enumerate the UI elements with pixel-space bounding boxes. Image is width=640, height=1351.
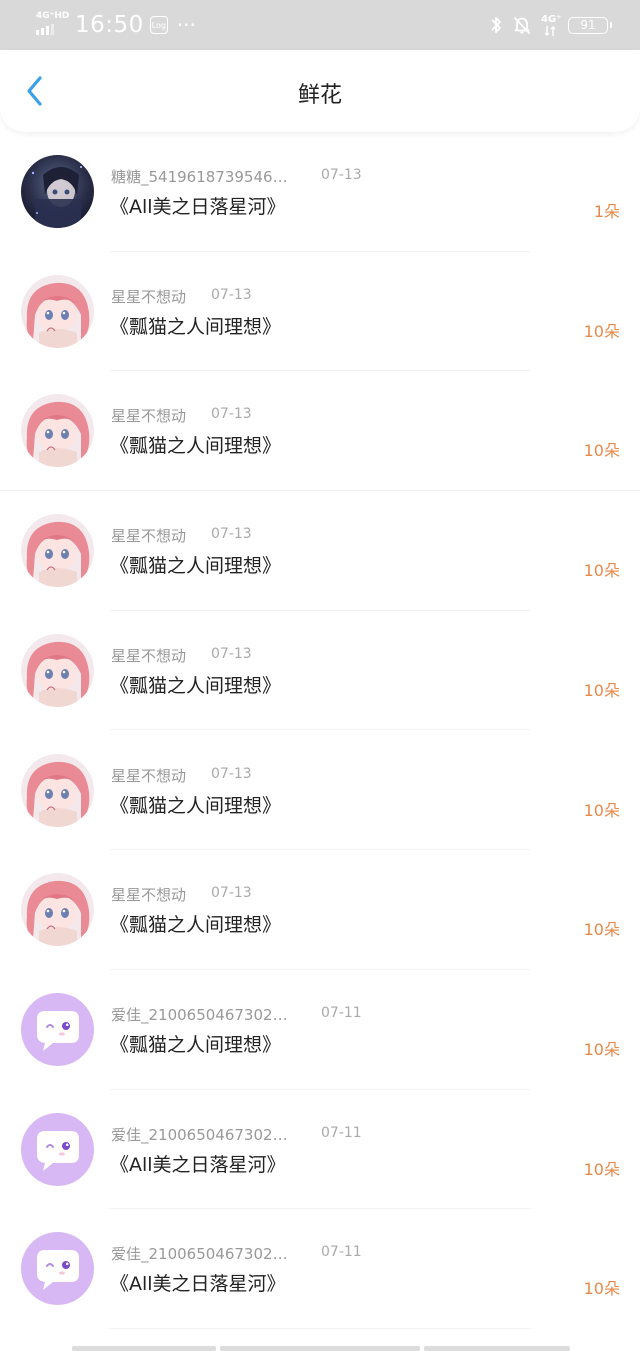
status-right: 4G⁺ 91 (489, 12, 612, 38)
avatar[interactable] (21, 753, 94, 827)
flower-count: 10朵 (583, 1279, 620, 1299)
gift-date: 07-11 (321, 1004, 362, 1021)
book-title[interactable]: 《瓢猫之人间理想》 (110, 551, 281, 578)
flower-count: 10朵 (583, 1039, 620, 1059)
book-title[interactable]: 《瓢猫之人间理想》 (110, 1030, 281, 1057)
book-title[interactable]: 《All美之日落星河》 (110, 1150, 286, 1177)
username: 星星不想动 (111, 886, 187, 905)
username: 爱佳_2100650467302… (111, 1245, 288, 1264)
network-type-right-label: 4G⁺ (541, 14, 562, 25)
username: 星星不想动 (111, 407, 187, 426)
more-notifications-icon: ··· (176, 13, 196, 37)
page-title: 鲜花 (297, 83, 342, 108)
gift-date: 07-11 (321, 1124, 362, 1141)
gift-date: 07-13 (321, 167, 362, 183)
battery-icon: 91 (568, 16, 612, 34)
avatar[interactable] (21, 155, 94, 228)
flower-count: 10朵 (583, 321, 620, 341)
gift-date: 07-13 (211, 765, 252, 782)
bluetooth-icon (491, 17, 501, 33)
avatar[interactable] (21, 394, 94, 468)
divider (110, 1327, 530, 1329)
gift-date: 07-13 (211, 885, 252, 902)
avatar[interactable] (21, 274, 94, 348)
book-title[interactable]: 《All美之日落星河》 (110, 1269, 286, 1296)
gift-date: 07-11 (321, 1244, 362, 1261)
network-type-label: 4G⁺HD (36, 11, 70, 21)
flower-count: 10朵 (583, 1159, 620, 1179)
gift-date: 07-13 (211, 286, 252, 303)
list-item[interactable]: 星星不想动 07-13 《瓢猫之人间理想》 10朵 (0, 731, 640, 851)
avatar[interactable] (21, 873, 94, 947)
list-item[interactable]: 星星不想动 07-13 《瓢猫之人间理想》 10朵 (0, 252, 640, 372)
mobile-data-icon: 4G⁺ (541, 14, 562, 36)
book-title[interactable]: 《All美之日落星河》 (110, 192, 286, 219)
next-item-peek (0, 1344, 640, 1351)
avatar[interactable] (21, 1232, 94, 1306)
status-left: 4G⁺HD 16:50 Log ··· (34, 10, 196, 40)
username: 星星不想动 (111, 766, 187, 785)
list-item[interactable]: 星星不想动 07-13 《瓢猫之人间理想》 10朵 (0, 611, 640, 731)
book-title[interactable]: 《瓢猫之人间理想》 (110, 312, 281, 339)
list-item[interactable]: 爱佳_2100650467302… 07-11 《瓢猫之人间理想》 10朵 (0, 970, 640, 1090)
username: 星星不想动 (111, 287, 187, 306)
flower-count: 1朵 (593, 202, 620, 221)
avatar[interactable] (21, 633, 94, 707)
flower-count: 10朵 (583, 441, 620, 461)
avatar[interactable] (21, 514, 94, 588)
book-title[interactable]: 《瓢猫之人间理想》 (110, 671, 281, 698)
battery-level: 91 (580, 18, 596, 32)
clock: 16:50 (75, 12, 144, 38)
status-bar: 4G⁺HD 16:50 Log ··· 4G⁺ 91 (0, 0, 640, 50)
flower-count: 10朵 (583, 800, 620, 820)
avatar[interactable] (21, 1112, 94, 1186)
username: 星星不想动 (111, 646, 187, 665)
list-item[interactable]: 爱佳_2100650467302… 07-11 《All美之日落星河》 10朵 (0, 1209, 640, 1329)
list-item[interactable]: 爱佳_2100650467302… 07-11 《All美之日落星河》 10朵 (0, 1090, 640, 1210)
flower-count: 10朵 (583, 561, 620, 581)
list-item[interactable]: 星星不想动 07-13 《瓢猫之人间理想》 10朵 (0, 850, 640, 970)
list-item[interactable]: 星星不想动 07-13 《瓢猫之人间理想》 10朵 (0, 491, 640, 611)
gift-date: 07-13 (211, 406, 252, 423)
username: 星星不想动 (111, 527, 187, 546)
gift-date: 07-13 (211, 645, 252, 662)
cellular-signal-icon: 4G⁺HD (34, 10, 70, 40)
book-title[interactable]: 《瓢猫之人间理想》 (110, 791, 281, 818)
bell-muted-icon (513, 16, 531, 35)
avatar[interactable] (21, 992, 94, 1066)
username: 爱佳_2100650467302… (111, 1005, 288, 1024)
book-title[interactable]: 《瓢猫之人间理想》 (110, 431, 281, 458)
list-item[interactable]: 糖糖_5419618739546… 07-13 《All美之日落星河》 1朵 (0, 132, 640, 252)
username: 爱佳_2100650467302… (111, 1125, 288, 1144)
log-icon: Log (149, 16, 168, 34)
nav-bar: 鲜花 (0, 50, 640, 132)
gift-date: 07-13 (211, 526, 252, 543)
flower-count: 10朵 (583, 680, 620, 700)
flower-count: 10朵 (583, 920, 620, 940)
book-title[interactable]: 《瓢猫之人间理想》 (110, 910, 281, 937)
list-item[interactable]: 星星不想动 07-13 《瓢猫之人间理想》 10朵 (0, 371, 640, 492)
username: 糖糖_5419618739546… (111, 168, 288, 186)
